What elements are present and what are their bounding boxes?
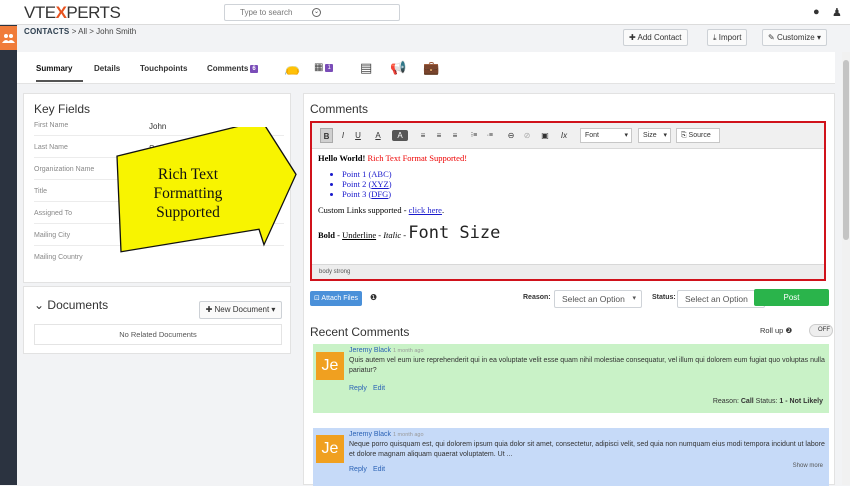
editor-content[interactable]: Hello World! Rich Text Format Supported!… bbox=[312, 149, 824, 264]
edit-link[interactable]: Edit bbox=[373, 466, 385, 473]
comments-title: Comments bbox=[310, 102, 369, 116]
editor-toolbar: B I U A A ≡ ≡ ≡ ⁝≡ ∙≡ ⊖ ⊘ ▣ Ix Font ▾ Siz… bbox=[312, 123, 824, 149]
recent-comments-title: Recent Comments bbox=[310, 325, 410, 339]
customize-button[interactable]: ✎ Customize ▾ bbox=[762, 29, 827, 46]
font-dropdown[interactable]: Font ▾ bbox=[580, 128, 632, 143]
comment-author[interactable]: Jeremy Black 1 month ago bbox=[349, 431, 424, 438]
field-label-organization: Organization Name bbox=[34, 166, 95, 173]
tab-touchpoints[interactable]: Touchpoints bbox=[140, 64, 187, 73]
align-right-icon[interactable]: ≡ bbox=[450, 128, 460, 143]
avatar: Je bbox=[316, 352, 344, 380]
logo[interactable]: VTEXPERTS bbox=[24, 3, 121, 23]
briefcase-icon[interactable]: 💼 bbox=[423, 60, 439, 76]
custom-link[interactable]: click here bbox=[409, 205, 442, 215]
status-select[interactable]: Select an Option▾ bbox=[677, 290, 765, 308]
breadcrumb: CONTACTS > All > John Smith bbox=[24, 27, 137, 36]
import-button[interactable]: ⤓ Import bbox=[707, 29, 748, 46]
attach-files-button[interactable]: ⊡ Attach Files bbox=[310, 291, 362, 306]
documents-panel: ⌄ Documents ✚ New Document ▾ No Related … bbox=[23, 286, 291, 354]
rollup-label: Roll up ❷ bbox=[760, 326, 793, 335]
edit-link[interactable]: Edit bbox=[373, 385, 385, 392]
list-item: Point 1 (ABC) bbox=[342, 169, 818, 179]
field-label-title: Title bbox=[34, 188, 47, 195]
document-icon[interactable]: ▤ bbox=[360, 60, 372, 76]
callout-text: Rich Text Formatting Supported bbox=[153, 166, 223, 221]
editor-red-text: Rich Text Format Supported! bbox=[367, 153, 468, 163]
add-contact-button[interactable]: ✚ Add Contact bbox=[623, 29, 688, 46]
breadcrumb-module[interactable]: CONTACTS bbox=[24, 27, 69, 36]
text-color-button[interactable]: A bbox=[370, 128, 386, 143]
breadcrumb-record: John Smith bbox=[96, 27, 137, 36]
search-filter-icon[interactable]: ⌄ bbox=[312, 8, 321, 17]
reason-label: Reason: bbox=[523, 294, 551, 301]
list-item: Point 2 (XYZ) bbox=[342, 179, 818, 189]
show-more-link[interactable]: Show more bbox=[793, 463, 823, 469]
underline-button[interactable]: U bbox=[352, 128, 364, 143]
remove-format-icon[interactable]: Ix bbox=[558, 128, 570, 143]
field-label-last-name: Last Name bbox=[34, 144, 68, 151]
comments-count-badge: 6 bbox=[250, 65, 258, 73]
align-left-icon[interactable]: ≡ bbox=[418, 128, 428, 143]
active-tab-indicator bbox=[36, 80, 83, 82]
money-bag-icon[interactable]: 👝 bbox=[284, 60, 300, 76]
tab-summary[interactable]: Summary bbox=[36, 64, 72, 73]
breadcrumb-list[interactable]: All bbox=[78, 27, 87, 36]
rollup-toggle[interactable]: OFF bbox=[809, 324, 833, 337]
list-item: Point 3 (DFG) bbox=[342, 189, 818, 199]
editor-bullet-list: Point 1 (ABC) Point 2 (XYZ) Point 3 (DFG… bbox=[342, 169, 818, 199]
post-button[interactable]: Post bbox=[754, 289, 829, 306]
chevron-down-icon[interactable]: ⌄ bbox=[34, 298, 44, 312]
info-icon[interactable]: ❶ bbox=[370, 293, 377, 302]
comment-author[interactable]: Jeremy Black 1 month ago bbox=[349, 347, 424, 354]
image-icon[interactable]: ▣ bbox=[540, 128, 550, 143]
reply-link[interactable]: Reply bbox=[349, 385, 367, 392]
source-button[interactable]: ⎘ Source bbox=[676, 128, 720, 143]
status-label: Status: bbox=[652, 294, 676, 301]
align-center-icon[interactable]: ≡ bbox=[434, 128, 444, 143]
rich-text-editor[interactable]: B I U A A ≡ ≡ ≡ ⁝≡ ∙≡ ⊖ ⊘ ▣ Ix Font ▾ Siz… bbox=[310, 121, 826, 281]
tab-comments[interactable]: Comments 6 bbox=[207, 64, 258, 73]
reason-select[interactable]: Select an Option ▾ bbox=[554, 290, 642, 308]
bold-button[interactable]: B bbox=[320, 128, 333, 143]
editor-bold-text: Hello World! bbox=[318, 153, 366, 163]
key-fields-title: Key Fields bbox=[34, 102, 91, 116]
add-icon[interactable]: ● bbox=[813, 6, 820, 18]
comment-text: Quis autem vel eum iure reprehenderit qu… bbox=[349, 357, 825, 374]
comment-card: Je Jeremy Black 1 month ago Quis autem v… bbox=[313, 344, 829, 413]
unlink-icon: ⊘ bbox=[523, 131, 531, 140]
italic-button[interactable]: I bbox=[337, 128, 349, 143]
scrollbar-thumb[interactable] bbox=[843, 60, 849, 240]
top-bar bbox=[0, 0, 850, 25]
editor-path-bar: body strong bbox=[312, 264, 824, 279]
editor-large-text: Font Size bbox=[408, 223, 501, 243]
left-rail bbox=[0, 0, 17, 485]
numbered-list-icon[interactable]: ⁝≡ bbox=[469, 128, 479, 143]
comment-text: Neque porro quisquam est, qui dolorem ip… bbox=[349, 441, 825, 458]
comments-panel: Comments B I U A A ≡ ≡ ≡ ⁝≡ ∙≡ ⊖ ⊘ ▣ Ix … bbox=[303, 93, 835, 486]
field-label-assigned-to: Assigned To bbox=[34, 210, 73, 217]
avatar: Je bbox=[316, 435, 344, 463]
comment-card: Je Jeremy Black 1 month ago Neque porro … bbox=[313, 428, 829, 486]
user-icon[interactable]: ♟ bbox=[832, 6, 842, 19]
link-icon[interactable]: ⊖ bbox=[506, 128, 516, 143]
documents-title[interactable]: ⌄ Documents bbox=[34, 298, 108, 312]
field-label-mailing-country: Mailing Country bbox=[34, 254, 83, 261]
background-color-button[interactable]: A bbox=[392, 130, 408, 141]
new-document-button[interactable]: ✚ New Document ▾ bbox=[199, 301, 282, 319]
field-label-mailing-city: Mailing City bbox=[34, 232, 71, 239]
comment-meta: Reason: Call Status: 1 - Not Likely bbox=[712, 398, 823, 405]
megaphone-icon[interactable]: 📢 bbox=[390, 60, 406, 76]
size-dropdown[interactable]: Size ▾ bbox=[638, 128, 671, 143]
tab-details[interactable]: Details bbox=[94, 64, 120, 73]
reply-link[interactable]: Reply bbox=[349, 466, 367, 473]
calendar-icon[interactable]: ▦ 1 bbox=[314, 62, 333, 73]
no-related-documents: No Related Documents bbox=[34, 324, 282, 345]
contacts-module-icon[interactable] bbox=[0, 26, 17, 50]
field-label-first-name: First Name bbox=[34, 122, 69, 129]
bulleted-list-icon[interactable]: ∙≡ bbox=[485, 128, 495, 143]
